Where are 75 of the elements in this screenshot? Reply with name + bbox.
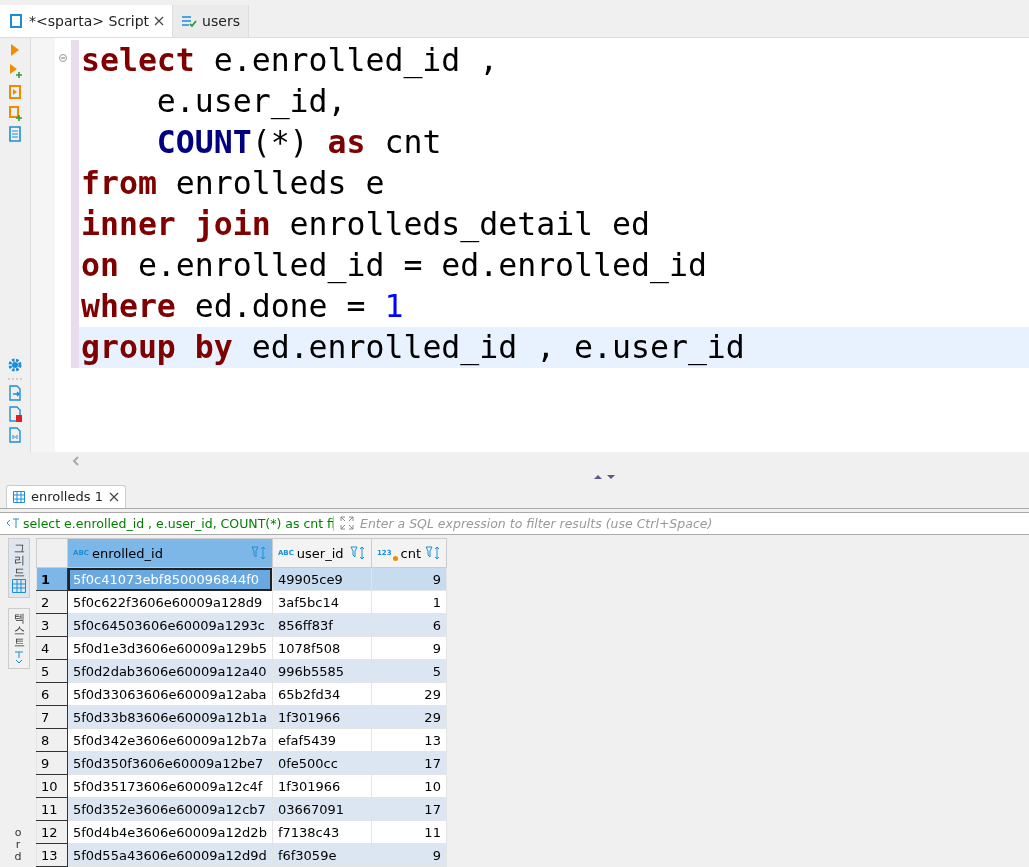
file-variable-icon[interactable] bbox=[8, 426, 22, 443]
view-tab[interactable]: 텍스트 bbox=[8, 608, 30, 669]
table-cell: efaf5439 bbox=[272, 728, 372, 752]
table-cell: 1 bbox=[371, 590, 447, 614]
query-text: select e.enrolled_id , e.user_id, COUNT(*) as cnt fi bbox=[23, 515, 333, 531]
grid-icon bbox=[13, 490, 25, 503]
sql-icon bbox=[6, 517, 20, 530]
table-cell: 5f0c41073ebf8500096844f0 bbox=[67, 567, 273, 591]
row-number[interactable]: 3 bbox=[36, 613, 68, 637]
row-number[interactable]: 12 bbox=[36, 820, 68, 844]
row-number[interactable]: 13 bbox=[36, 843, 68, 867]
row-number[interactable]: 9 bbox=[36, 751, 68, 775]
row-number[interactable]: 2 bbox=[36, 590, 68, 614]
code-line: inner join enrolleds_detail ed bbox=[80, 204, 651, 245]
table-cell: 1f301966 bbox=[272, 774, 372, 798]
code-line: e.user_id, bbox=[155, 81, 348, 122]
code-line: select e.enrolled_id , bbox=[80, 40, 500, 81]
close-icon[interactable] bbox=[154, 15, 165, 26]
code-line: on e.enrolled_id = ed.enrolled_id bbox=[80, 245, 708, 286]
number-dot-icon bbox=[392, 555, 398, 561]
table-cell: 5f0d55a43606e60009a12d9d bbox=[67, 843, 273, 867]
row-number[interactable]: 7 bbox=[36, 705, 68, 729]
editor-tab[interactable]: users bbox=[173, 5, 249, 37]
row-number[interactable]: 11 bbox=[36, 797, 68, 821]
view-tab[interactable]: ord bbox=[8, 822, 28, 867]
table-cell: f7138c43 bbox=[272, 820, 372, 844]
table-cell: 9 bbox=[371, 636, 447, 660]
row-number[interactable]: 10 bbox=[36, 774, 68, 798]
table-cell: 5f0d352e3606e60009a12cb7 bbox=[67, 797, 273, 821]
table-cell: 11 bbox=[371, 820, 447, 844]
row-number[interactable]: 5 bbox=[36, 659, 68, 683]
table-cell: 5f0d1e3d3606e60009a129b5 bbox=[67, 636, 273, 660]
grid-icon bbox=[12, 579, 26, 594]
table-cell: 5f0d2dab3606e60009a12a40 bbox=[67, 659, 273, 683]
gear-icon[interactable] bbox=[7, 356, 23, 373]
script-icon bbox=[8, 12, 24, 29]
code-line: where ed.done = 1 bbox=[80, 286, 405, 326]
table-cell: 10 bbox=[371, 774, 447, 798]
table-cell: 5f0d33b83606e60009a12b1a bbox=[67, 705, 273, 729]
script-run-icon[interactable] bbox=[8, 83, 22, 100]
table-cell: 5f0d342e3606e60009a12b7a bbox=[67, 728, 273, 752]
table-cell: 13 bbox=[371, 728, 447, 752]
code-line: from enrolleds e bbox=[80, 163, 386, 203]
table-cell: 29 bbox=[371, 682, 447, 706]
splitter-arrows-icon[interactable] bbox=[592, 473, 617, 482]
script-plus-icon[interactable] bbox=[8, 104, 22, 121]
file-error-icon[interactable] bbox=[8, 405, 22, 422]
row-number[interactable]: 1 bbox=[36, 567, 68, 591]
document-icon[interactable] bbox=[8, 125, 22, 142]
table-cell: 5f0d33063606e60009a12aba bbox=[67, 682, 273, 706]
view-tab[interactable]: 그리드 bbox=[8, 538, 30, 599]
row-number[interactable]: 4 bbox=[36, 636, 68, 660]
table-cell: 5f0c64503606e60009a1293c bbox=[67, 613, 273, 637]
row-number[interactable]: 8 bbox=[36, 728, 68, 752]
filter-sort-icon[interactable] bbox=[349, 546, 366, 560]
text-icon bbox=[13, 649, 25, 664]
filter-sort-icon[interactable] bbox=[424, 546, 441, 560]
filter-sort-icon[interactable] bbox=[250, 546, 267, 560]
table-cell: 5f0d4b4e3606e60009a12d2b bbox=[67, 820, 273, 844]
fold-icon[interactable] bbox=[59, 53, 67, 62]
table-cell: 5f0d350f3606e60009a12be7 bbox=[67, 751, 273, 775]
expand-icon[interactable] bbox=[340, 516, 354, 531]
row-number[interactable]: 6 bbox=[36, 682, 68, 706]
close-icon[interactable] bbox=[108, 491, 119, 502]
code-line: COUNT(*) as cnt bbox=[155, 122, 443, 162]
run-plus-icon[interactable] bbox=[8, 62, 22, 79]
table-cell: 1078f508 bbox=[272, 636, 372, 660]
table-cell: 5f0d35173606e60009a12c4f bbox=[67, 774, 273, 798]
results-tab[interactable]: enrolleds 1 bbox=[6, 484, 126, 508]
table-cell: 5f0c622f3606e60009a128d9 bbox=[67, 590, 273, 614]
export-icon[interactable] bbox=[8, 384, 22, 401]
editor-tab[interactable]: *<sparta> Script bbox=[0, 5, 174, 37]
dots-icon bbox=[8, 377, 22, 380]
table-cell: 3af5bc14 bbox=[272, 590, 372, 614]
table-cell: 65b2fd34 bbox=[272, 682, 372, 706]
